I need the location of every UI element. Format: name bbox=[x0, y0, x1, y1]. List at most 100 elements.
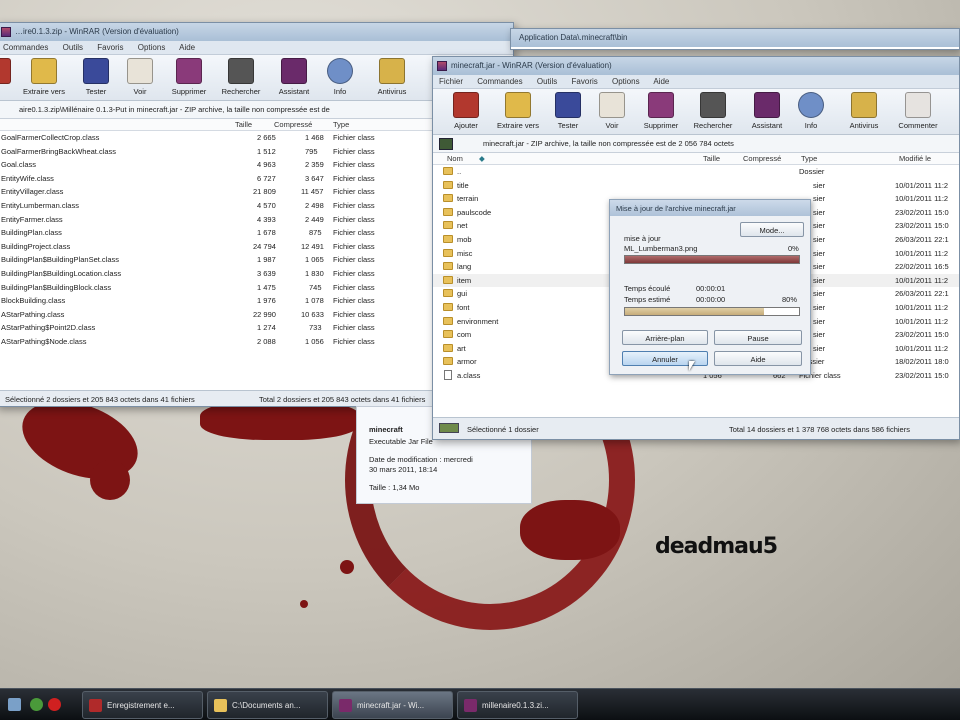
add-button[interactable]: Ajouter bbox=[443, 92, 489, 130]
folder-icon bbox=[214, 699, 227, 712]
pause-button[interactable]: Pause bbox=[714, 330, 802, 345]
archive-path: minecraft.jar - ZIP archive, la taille n… bbox=[483, 139, 734, 148]
menu-tools[interactable]: Outils bbox=[537, 77, 557, 86]
wallpaper-logo-text: deadmau5 bbox=[655, 534, 778, 559]
firefox-icon[interactable] bbox=[30, 698, 43, 711]
window-title: minecraft.jar - WinRAR (Version d'évalua… bbox=[451, 61, 612, 70]
title-bar[interactable]: Application Data\.minecraft\bin bbox=[511, 29, 959, 47]
info-button[interactable]: Info bbox=[788, 92, 834, 130]
menu-options[interactable]: Options bbox=[612, 77, 640, 86]
delete-icon bbox=[176, 58, 202, 84]
view-button[interactable]: Voir bbox=[589, 92, 635, 130]
taskbar-millenaire-zip[interactable]: millenaire0.1.3.zi... bbox=[457, 691, 578, 719]
col-type[interactable]: Type bbox=[801, 154, 817, 163]
archive-update-dialog[interactable]: Mise à jour de l'archive minecraft.jar M… bbox=[609, 199, 811, 375]
title-bar[interactable]: …ire0.1.3.zip - WinRAR (Version d'évalua… bbox=[0, 23, 513, 41]
record-icon bbox=[89, 699, 102, 712]
col-modified[interactable]: Modifié le bbox=[899, 154, 931, 163]
folder-icon bbox=[443, 248, 453, 257]
dialog-action: mise à jour bbox=[624, 234, 661, 243]
file-row[interactable]: title sier 10/01/2011 11:2 bbox=[433, 179, 959, 193]
menu-help[interactable]: Aide bbox=[179, 43, 195, 52]
wizard-button[interactable]: Assistant bbox=[271, 58, 317, 96]
menu-help[interactable]: Aide bbox=[653, 77, 669, 86]
col-name[interactable]: Nom bbox=[447, 154, 463, 163]
folder-icon bbox=[443, 234, 453, 243]
taskbar-minecraft-jar[interactable]: minecraft.jar - Wi... bbox=[332, 691, 453, 719]
explorer-window[interactable]: Application Data\.minecraft\bin bbox=[510, 28, 960, 50]
antivirus-button[interactable]: Antivirus bbox=[369, 58, 415, 96]
test-icon bbox=[555, 92, 581, 118]
folder-icon bbox=[443, 289, 453, 298]
menu-options[interactable]: Options bbox=[138, 43, 166, 52]
test-button[interactable]: Tester bbox=[545, 92, 591, 130]
glasses-icon bbox=[599, 92, 625, 118]
wizard-button[interactable]: Assistant bbox=[744, 92, 790, 130]
menu-favorites[interactable]: Favoris bbox=[572, 77, 598, 86]
delete-button[interactable]: Supprimer bbox=[638, 92, 684, 130]
find-button[interactable]: Rechercher bbox=[218, 58, 264, 96]
mode-button[interactable]: Mode... bbox=[740, 222, 804, 237]
window-title: …ire0.1.3.zip - WinRAR (Version d'évalua… bbox=[15, 27, 179, 36]
test-button[interactable]: Tester bbox=[73, 58, 119, 96]
view-button[interactable]: Voir bbox=[117, 58, 163, 96]
folder-icon bbox=[443, 221, 453, 230]
show-desktop-icon[interactable] bbox=[8, 698, 21, 711]
dialog-title: Mise à jour de l'archive minecraft.jar bbox=[616, 204, 736, 213]
taskbar-recording-app[interactable]: Enregistrement e... bbox=[82, 691, 203, 719]
binoculars-icon bbox=[700, 92, 726, 118]
delete-button[interactable]: Supprimer bbox=[166, 58, 212, 96]
title-bar[interactable]: minecraft.jar - WinRAR (Version d'évalua… bbox=[433, 57, 959, 75]
opera-icon[interactable] bbox=[48, 698, 61, 711]
status-total: Total 14 dossiers et 1 378 768 octets da… bbox=[729, 425, 910, 434]
dialog-current-file: ML_Lumberman3.png bbox=[624, 244, 698, 253]
folder-icon bbox=[443, 316, 453, 325]
archive-path-bar[interactable]: minecraft.jar - ZIP archive, la taille n… bbox=[433, 135, 959, 153]
menu-commands[interactable]: Commandes bbox=[3, 43, 48, 52]
taskbar-explorer-window[interactable]: C:\Documents an... bbox=[207, 691, 328, 719]
elapsed-label: Temps écoulé bbox=[624, 284, 671, 293]
add-icon bbox=[0, 58, 11, 84]
add-icon bbox=[453, 92, 479, 118]
folder-extract-icon bbox=[505, 92, 531, 118]
col-size[interactable]: Taille bbox=[703, 154, 720, 163]
sort-arrow-icon: ◆ bbox=[479, 154, 485, 163]
cancel-button[interactable]: Annuler bbox=[622, 351, 708, 366]
menu-file[interactable]: Fichier bbox=[439, 77, 463, 86]
wizard-icon bbox=[281, 58, 307, 84]
folder-extract-icon bbox=[31, 58, 57, 84]
folder-icon bbox=[443, 194, 453, 203]
background-button[interactable]: Arrière-plan bbox=[622, 330, 708, 345]
comment-button[interactable]: Commenter bbox=[895, 92, 941, 130]
info-icon bbox=[327, 58, 353, 84]
antivirus-button[interactable]: Antivirus bbox=[841, 92, 887, 130]
col-packed[interactable]: Compressé bbox=[743, 154, 781, 163]
mouse-cursor-icon bbox=[689, 361, 695, 371]
total-percent: 80% bbox=[782, 295, 798, 304]
add-button[interactable] bbox=[0, 58, 21, 87]
menu-tools[interactable]: Outils bbox=[63, 43, 83, 52]
folder-icon bbox=[443, 207, 453, 216]
find-button[interactable]: Rechercher bbox=[690, 92, 736, 130]
menu-commands[interactable]: Commandes bbox=[477, 77, 522, 86]
col-size[interactable]: Taille bbox=[235, 120, 252, 129]
toolbar: Ajouter Extraire vers Tester Voir Suppri… bbox=[433, 89, 959, 135]
total-progress-bar bbox=[624, 307, 800, 316]
extract-button[interactable]: Extraire vers bbox=[495, 92, 541, 130]
folder-icon bbox=[443, 330, 453, 339]
help-button[interactable]: Aide bbox=[714, 351, 802, 366]
file-row[interactable]: .. Dossier bbox=[433, 165, 959, 179]
binoculars-icon bbox=[228, 58, 254, 84]
glasses-icon bbox=[127, 58, 153, 84]
dialog-title-bar[interactable]: Mise à jour de l'archive minecraft.jar bbox=[610, 200, 810, 216]
total-progress-fill bbox=[625, 308, 765, 315]
menu-favorites[interactable]: Favoris bbox=[97, 43, 123, 52]
info-button[interactable]: Info bbox=[317, 58, 363, 96]
archive-path: aire0.1.3.zip\Millénaire 0.1.3-Put in mi… bbox=[19, 105, 330, 114]
up-folder-icon[interactable] bbox=[439, 138, 453, 150]
col-type[interactable]: Type bbox=[333, 120, 349, 129]
menu-bar: Commandes Outils Favoris Options Aide bbox=[0, 41, 513, 55]
col-packed[interactable]: Compressé bbox=[274, 120, 312, 129]
extract-button[interactable]: Extraire vers bbox=[21, 58, 67, 96]
menu-bar: Fichier Commandes Outils Favoris Options… bbox=[433, 75, 959, 89]
